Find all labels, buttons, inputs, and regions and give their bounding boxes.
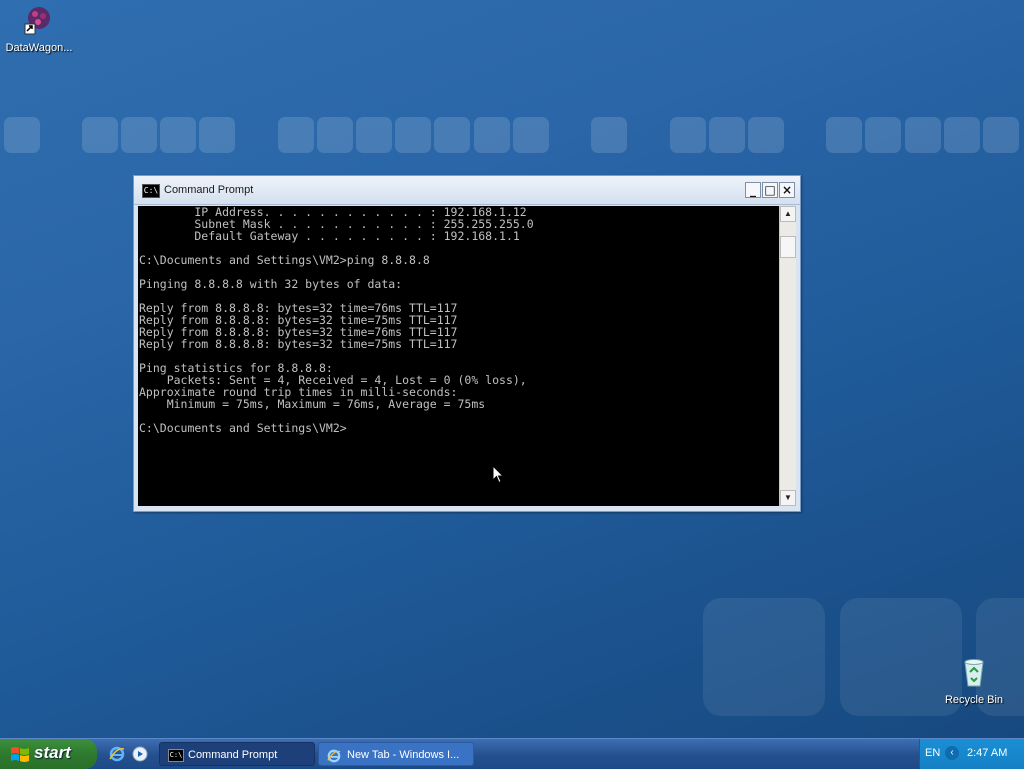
desktop-icon-recycle-bin[interactable]: Recycle Bin — [935, 656, 1013, 706]
internet-explorer-icon[interactable] — [109, 746, 125, 762]
console-line: C:\Documents and Settings\VM2> — [139, 421, 347, 435]
maximize-button[interactable]: □ — [762, 182, 778, 198]
system-tray: EN ‹ 2:47 AM — [919, 739, 1024, 769]
title-bar[interactable]: C:\ Command Prompt _ □ × — [134, 176, 800, 205]
start-label: start — [34, 743, 71, 762]
console-output[interactable]: IP Address. . . . . . . . . . . . : 192.… — [138, 206, 779, 506]
scroll-down-arrow-icon[interactable]: ▼ — [780, 490, 796, 506]
start-button[interactable]: start — [0, 739, 97, 769]
scrollbar-thumb[interactable] — [780, 236, 796, 258]
decorative-tile — [703, 598, 825, 716]
scroll-up-arrow-icon[interactable]: ▲ — [780, 206, 796, 222]
vertical-scrollbar[interactable]: ▲ ▼ — [779, 206, 796, 506]
internet-explorer-icon — [327, 749, 341, 763]
decorative-tiles — [0, 117, 1024, 155]
taskbar-item-internet-explorer[interactable]: New Tab - Windows I... — [318, 742, 474, 766]
cmd-icon: C:\ — [142, 184, 160, 198]
taskbar-item-label: New Tab - Windows I... — [347, 749, 460, 761]
taskbar-item-label: Command Prompt — [188, 749, 278, 761]
desktop-icon-label: Recycle Bin — [944, 694, 1004, 706]
console-line: Reply from 8.8.8.8: bytes=32 time=75ms T… — [139, 337, 458, 351]
console-line: Pinging 8.8.8.8 with 32 bytes of data: — [139, 277, 403, 291]
language-indicator[interactable]: EN — [925, 747, 940, 759]
media-player-icon[interactable] — [132, 746, 148, 762]
desktop-icon-label: DataWagon... — [5, 42, 73, 54]
datawagon-shortcut-icon — [24, 7, 50, 35]
mouse-cursor-icon — [492, 465, 504, 484]
taskbar-item-command-prompt[interactable]: C:\ Command Prompt — [159, 742, 315, 766]
console-text: IP Address. . . . . . . . . . . . : 192.… — [139, 206, 779, 434]
close-button[interactable]: × — [779, 182, 795, 198]
console-line: Minimum = 75ms, Maximum = 76ms, Average … — [166, 397, 486, 411]
desktop: DataWagon... Recycle Bin C:\ Command Pro… — [0, 0, 1024, 738]
minimize-button[interactable]: _ — [745, 182, 761, 198]
clock[interactable]: 2:47 AM — [967, 747, 1007, 759]
windows-logo-icon — [11, 747, 29, 762]
taskbar: start C:\ Command Prompt New Tab - Windo… — [0, 738, 1024, 769]
console-line: Default Gateway . . . . . . . . . : 192.… — [194, 229, 520, 243]
show-hidden-icons-button[interactable]: ‹ — [945, 746, 959, 760]
window-title: Command Prompt — [164, 184, 254, 196]
recycle-bin-icon — [964, 659, 984, 687]
cmd-icon: C:\ — [168, 749, 184, 762]
console-line: C:\Documents and Settings\VM2>ping 8.8.8… — [139, 253, 430, 267]
desktop-icon-datawagon[interactable]: DataWagon... — [0, 4, 78, 54]
command-prompt-window[interactable]: C:\ Command Prompt _ □ × IP Address. . .… — [133, 175, 801, 512]
